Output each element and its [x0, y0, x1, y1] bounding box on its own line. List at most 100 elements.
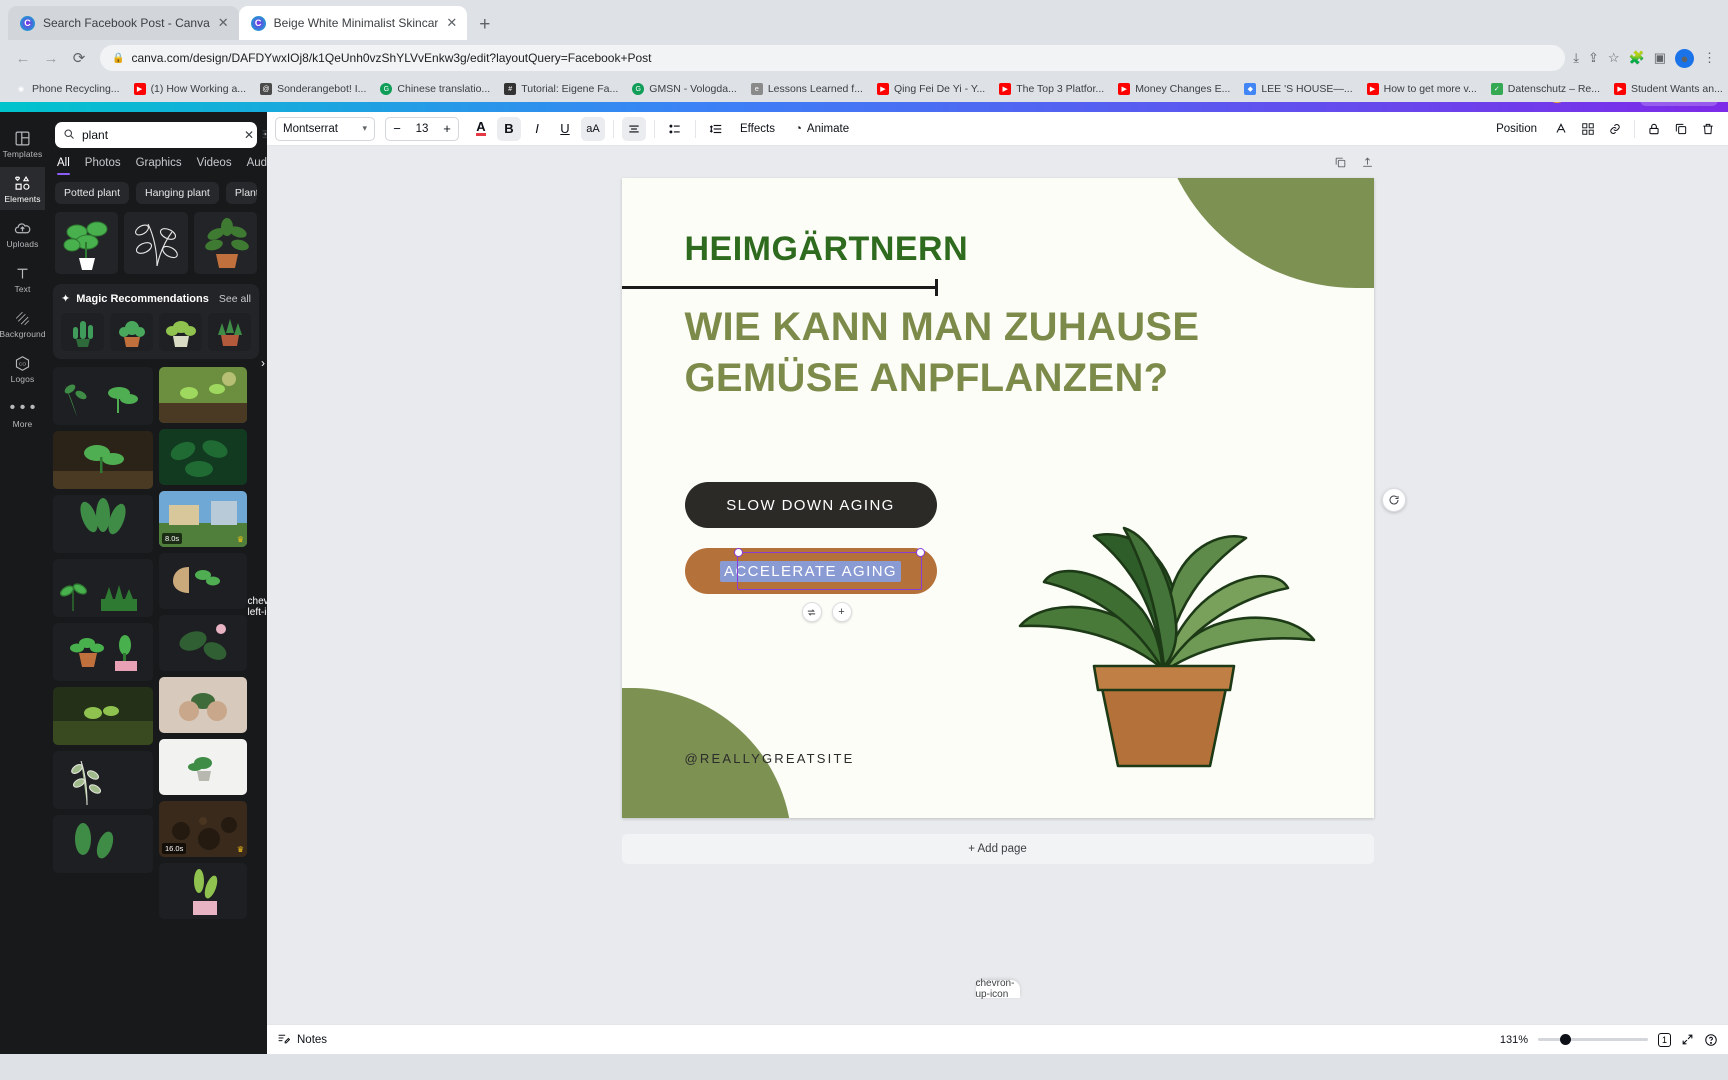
design-plant-illustration[interactable]	[974, 418, 1354, 778]
group-icon[interactable]	[1576, 117, 1600, 141]
trash-icon[interactable]	[1696, 117, 1720, 141]
new-tab-button[interactable]: +	[467, 14, 502, 40]
bookmark-item[interactable]: @ Sonderangebot! I...	[253, 83, 373, 95]
sidebar-item-uploads[interactable]: Uploads	[0, 212, 45, 255]
chip-hanging-plant[interactable]: Hanging plant	[136, 182, 219, 204]
bookmark-item[interactable]: ◉ Phone Recycling...	[8, 83, 127, 95]
increase-font-size-button[interactable]: +	[436, 121, 458, 136]
element-thumbnail-video[interactable]: 16.0s ♛	[159, 801, 247, 857]
sidebar-item-elements[interactable]: Elements	[0, 167, 45, 210]
profile-icon[interactable]: ●	[1675, 48, 1694, 68]
element-thumbnail[interactable]	[53, 687, 153, 745]
chip-plant-outline[interactable]: Plant outl	[225, 182, 257, 204]
bookmark-item[interactable]: ▶ Qing Fei De Yi - Y...	[870, 83, 992, 95]
bookmark-item[interactable]: G Chinese translatio...	[373, 83, 497, 95]
zoom-slider[interactable]	[1537, 1034, 1648, 1045]
bookmark-item[interactable]: ▶ Money Changes E...	[1111, 83, 1237, 95]
bookmark-item[interactable]: e Lessons Learned f...	[744, 83, 870, 95]
download-icon[interactable]: ⤓	[1573, 50, 1579, 66]
link-icon[interactable]	[1603, 117, 1627, 141]
element-thumbnail[interactable]	[159, 429, 247, 485]
text-color-icon[interactable]: A	[469, 117, 493, 141]
bookmark-item[interactable]: ▶ The Top 3 Platfor...	[992, 83, 1111, 95]
sidebar-item-more[interactable]: • • • More	[0, 392, 45, 435]
reload-icon[interactable]: ⟳	[66, 45, 92, 71]
element-thumbnail[interactable]	[159, 677, 247, 733]
page-number-badge[interactable]: 1	[1657, 1032, 1671, 1047]
browser-tab-2[interactable]: C Beige White Minimalist Skincar ✕	[238, 6, 468, 40]
effects-button[interactable]: Effects	[732, 118, 783, 140]
duplicate-icon[interactable]	[1669, 117, 1693, 141]
bookmark-item[interactable]: G GMSN - Vologda...	[625, 83, 744, 95]
zoom-slider-knob[interactable]	[1559, 1034, 1571, 1045]
letter-case-button[interactable]: aA	[581, 116, 605, 141]
sidebar-item-templates[interactable]: Templates	[0, 122, 45, 165]
design-button-primary[interactable]: SLOW DOWN AGING	[684, 482, 937, 528]
bookmark-item[interactable]: ▶ How to get more v...	[1360, 83, 1484, 95]
help-icon[interactable]	[1704, 1033, 1718, 1047]
chevron-right-icon[interactable]: ›	[261, 356, 265, 370]
tab-videos[interactable]: Videos	[197, 157, 232, 175]
animate-button[interactable]: ◔ Animate	[787, 118, 857, 140]
element-thumbnail[interactable]	[53, 367, 153, 425]
close-icon[interactable]: ✕	[244, 128, 254, 142]
position-button[interactable]: Position	[1487, 118, 1546, 140]
search-input[interactable]	[82, 128, 237, 142]
tab-graphics[interactable]: Graphics	[136, 157, 182, 175]
element-thumbnail[interactable]	[159, 739, 247, 795]
font-size-stepper[interactable]: − 13 +	[385, 116, 459, 141]
search-box[interactable]: ✕	[55, 122, 267, 148]
share-icon[interactable]: ⇪	[1588, 50, 1599, 66]
bookmark-item[interactable]: ▶ (1) How Working a...	[127, 83, 254, 95]
sidebar-item-logos[interactable]: CO Logos	[0, 347, 45, 390]
bookmark-item[interactable]: # Tutorial: Eigene Fa...	[497, 83, 625, 95]
close-icon[interactable]: ✕	[218, 15, 229, 31]
element-thumbnail-video[interactable]: 8.0s ♛	[159, 491, 247, 547]
element-thumbnail[interactable]	[208, 313, 251, 351]
add-page-button[interactable]: + Add page	[621, 834, 1374, 864]
menu-icon[interactable]: ⋮	[1703, 50, 1716, 66]
fullscreen-icon[interactable]	[1681, 1033, 1694, 1046]
design-eyebrow-text[interactable]: HEIMGÄRTNERN	[685, 230, 969, 269]
italic-button[interactable]: I	[525, 117, 549, 141]
tab-audio[interactable]: Audio	[247, 157, 267, 175]
design-title-text[interactable]: WIE KANN MAN ZUHAUSE GEMÜSE ANPFLANZEN?	[685, 302, 1215, 404]
split-icon[interactable]: ▣	[1654, 50, 1666, 66]
element-thumbnail[interactable]	[193, 212, 257, 274]
bullet-list-icon[interactable]	[663, 117, 687, 141]
element-thumbnail[interactable]	[53, 815, 153, 873]
bookmark-item[interactable]: ▶ Student Wants an...	[1607, 83, 1728, 95]
collapse-panel-button[interactable]: chevron-up-icon	[975, 978, 1020, 1000]
font-size-value[interactable]: 13	[408, 123, 436, 135]
design-page[interactable]: HEIMGÄRTNERN WIE KANN MAN ZUHAUSE GEMÜSE…	[621, 178, 1374, 818]
element-thumbnail[interactable]	[55, 212, 119, 274]
bookmark-item[interactable]: ◆ LEE 'S HOUSE—...	[1237, 83, 1359, 95]
page-more-icon[interactable]	[1361, 156, 1374, 172]
design-handle-text[interactable]: @REALLYGREATSITE	[685, 751, 855, 766]
lock-icon[interactable]	[1642, 117, 1666, 141]
font-family-select[interactable]: Montserrat ▾	[275, 116, 375, 141]
close-icon[interactable]: ✕	[446, 15, 457, 31]
chip-potted-plant[interactable]: Potted plant	[55, 182, 130, 204]
rotate-icon[interactable]	[1381, 488, 1406, 512]
element-thumbnail[interactable]	[159, 367, 247, 423]
selection-handle-left[interactable]	[733, 548, 743, 557]
swap-icon[interactable]	[801, 602, 822, 622]
element-thumbnail[interactable]	[53, 751, 153, 809]
sidebar-item-background[interactable]: Background	[0, 302, 46, 345]
add-icon[interactable]: +	[831, 602, 852, 622]
element-thumbnail[interactable]	[159, 615, 247, 671]
decrease-font-size-button[interactable]: −	[386, 121, 408, 136]
element-thumbnail[interactable]	[124, 212, 188, 274]
selection-handle-right[interactable]	[915, 548, 925, 557]
sidebar-item-text[interactable]: Text	[0, 257, 45, 300]
duplicate-page-icon[interactable]	[1334, 156, 1347, 172]
element-thumbnail[interactable]	[53, 495, 153, 553]
transparency-icon[interactable]	[1549, 117, 1573, 141]
panel-collapse-handle[interactable]: chevron-left-icon	[248, 583, 267, 631]
align-center-icon[interactable]	[622, 116, 646, 141]
element-thumbnail[interactable]	[159, 863, 247, 919]
puzzle-icon[interactable]: 🧩	[1629, 50, 1645, 66]
element-thumbnail[interactable]	[53, 559, 153, 617]
see-all-link[interactable]: See all	[219, 293, 251, 305]
